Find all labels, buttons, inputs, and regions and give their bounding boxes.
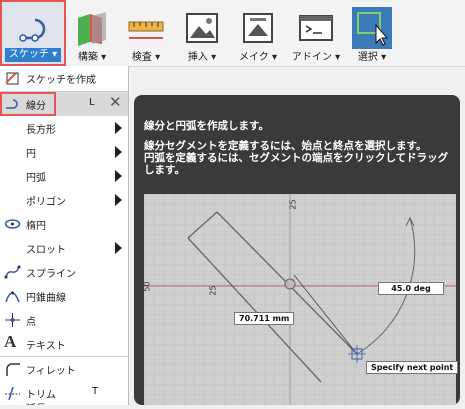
shortcut-label: L <box>89 97 95 108</box>
select-button[interactable]: 選択 ▾ <box>346 0 398 66</box>
menu-item-label: フィレット <box>26 366 76 377</box>
select-cursor-icon <box>352 7 392 49</box>
printer-icon <box>243 13 273 43</box>
menu-item-label: 点 <box>26 317 36 328</box>
construct-icon <box>78 12 106 46</box>
menu-item-label: 円錐曲線 <box>26 293 66 304</box>
text-icon: A <box>4 332 17 351</box>
menu-item-create-sketch[interactable]: スケッチを作成 <box>0 66 128 90</box>
length-dimension-label: 70.711 mm <box>234 312 295 325</box>
fillet-icon <box>6 363 20 376</box>
sketch-dropdown-menu: スケッチを作成 線分 L ✕ 長方形 円 円弧 ポリゴン 楕円 スロット スプラ… <box>0 66 129 405</box>
image-icon <box>186 13 218 43</box>
menu-item-label: 円 <box>26 149 36 160</box>
insert-label: 挿入 ▾ <box>187 52 217 63</box>
line-icon <box>6 99 18 109</box>
close-icon[interactable]: ✕ <box>109 93 122 111</box>
addins-button[interactable]: アドイン ▾ <box>286 0 346 66</box>
menu-item-label: 長方形 <box>26 125 56 136</box>
ruler-icon <box>128 21 164 39</box>
ellipse-icon <box>4 219 21 229</box>
toolbar: スケッチ ▾ 構築 ▾ 検査 ▾ 挿入 ▾ メイク ▾ アドイン ▾ 選択 ▾ <box>0 0 465 67</box>
script-icon <box>299 15 333 41</box>
menu-item-label: スプライン <box>26 269 76 280</box>
angle-dimension-label: 45.0 deg <box>378 282 444 295</box>
point-icon <box>5 313 20 327</box>
menu-item-label: 円弧 <box>26 173 46 184</box>
inspect-button[interactable]: 検査 ▾ <box>118 0 174 66</box>
axis-label: 50 <box>142 281 152 292</box>
select-label: 選択 ▾ <box>357 52 387 63</box>
make-label: メイク ▾ <box>239 52 277 63</box>
menu-item-conic[interactable]: 円錐曲線 <box>0 284 128 308</box>
inspect-label: 検査 ▾ <box>131 52 161 63</box>
menu-item-slot[interactable]: スロット <box>0 236 128 260</box>
axis-label: 25 <box>288 199 298 210</box>
chevron-right-icon <box>115 242 122 254</box>
menu-item-text[interactable]: A テキスト <box>0 332 128 356</box>
menu-item-circle[interactable]: 円 <box>0 140 128 164</box>
menu-item-label: 楕円 <box>26 221 46 232</box>
menu-item-extend[interactable]: 延長 <box>0 400 128 405</box>
menu-item-arc[interactable]: 円弧 <box>0 164 128 188</box>
construct-label: 構築 ▾ <box>77 52 107 63</box>
tooltip-title: 線分と円弧を作成します。 <box>144 120 269 132</box>
menu-item-point[interactable]: 点 <box>0 308 128 332</box>
sketch-label: スケッチ ▾ <box>5 48 61 62</box>
menu-item-rectangle[interactable]: 長方形 <box>0 116 128 140</box>
chevron-right-icon <box>115 194 122 206</box>
menu-item-label: 線分 <box>26 101 46 112</box>
prompt-label: Specify next point <box>366 361 459 374</box>
menu-item-label: トリム <box>26 390 56 401</box>
menu-item-label: スケッチを作成 <box>26 75 96 86</box>
spline-icon <box>4 265 21 279</box>
menu-item-fillet[interactable]: フィレット <box>0 357 128 381</box>
construct-button[interactable]: 構築 ▾ <box>66 0 118 66</box>
menu-item-spline[interactable]: スプライン <box>0 260 128 284</box>
menu-item-label: スロット <box>26 245 66 256</box>
preview-canvas: 70.711 mm 45.0 deg Specify next point 25… <box>142 194 459 405</box>
line-icon <box>19 18 46 42</box>
chevron-right-icon <box>115 122 122 134</box>
menu-item-ellipse[interactable]: 楕円 <box>0 212 128 236</box>
menu-item-line[interactable]: 線分 L ✕ <box>0 92 128 116</box>
trim-icon <box>5 386 20 401</box>
menu-item-label: 延長 <box>26 400 46 405</box>
menu-item-label: ポリゴン <box>26 197 66 208</box>
addins-label: アドイン ▾ <box>291 52 341 63</box>
origin-icon <box>284 278 296 290</box>
sketch-button[interactable]: スケッチ ▾ <box>0 0 66 66</box>
insert-button[interactable]: 挿入 ▾ <box>174 0 230 66</box>
menu-item-polygon[interactable]: ポリゴン <box>0 188 128 212</box>
axis-label: 25 <box>208 285 218 296</box>
chevron-right-icon <box>115 170 122 182</box>
tooltip-description: 線分セグメントを定義するには、始点と終点を選択します。 円弧を定義するには、セグ… <box>144 140 449 176</box>
shortcut-label: T <box>92 386 99 397</box>
chevron-right-icon <box>115 146 122 158</box>
conic-curve-icon <box>5 291 20 303</box>
create-sketch-icon <box>5 72 19 85</box>
menu-item-label: テキスト <box>26 341 66 352</box>
make-button[interactable]: メイク ▾ <box>230 0 286 66</box>
